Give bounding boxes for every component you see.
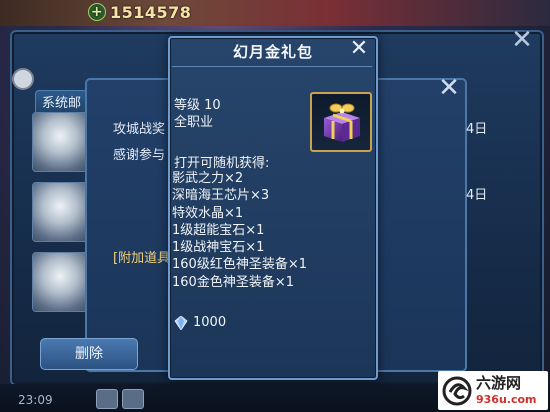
- item-class: 全职业: [174, 115, 214, 130]
- site-watermark: 六游网 936u.com: [438, 371, 548, 410]
- reward-item: 深暗海王芯片×3: [172, 188, 270, 204]
- reward-item: 1级超能宝石×1: [172, 222, 265, 238]
- mail-date-1: 4日: [466, 122, 488, 137]
- watermark-url: 936u.com: [476, 393, 537, 406]
- mail-date-2: 4日: [466, 188, 488, 203]
- popup-title: 幻月金礼包: [232, 42, 313, 61]
- item-slot[interactable]: [310, 92, 372, 152]
- clock: 23:09: [18, 393, 53, 407]
- random-rewards-header: 打开可随机获得:: [174, 156, 270, 171]
- popup-close-icon[interactable]: ✕: [347, 38, 371, 60]
- side-toggle-dot[interactable]: [12, 68, 34, 90]
- reward-item: 影武之力×2: [172, 171, 244, 186]
- popup-divider: [172, 66, 372, 67]
- gift-box-icon: [324, 103, 360, 142]
- reward-item: 特效水晶×1: [172, 205, 244, 221]
- reward-item: 1级战神宝石×1: [172, 240, 265, 256]
- mail-line-1: 攻城战奖: [113, 122, 166, 137]
- bottom-menu-icon[interactable]: [96, 389, 118, 409]
- gold-amount: 1514578: [110, 2, 192, 22]
- mail-line-2: 感谢参与: [113, 148, 166, 163]
- delete-button[interactable]: 删除: [40, 338, 138, 370]
- crystal-icon: [174, 316, 188, 330]
- crystal-price: 1000: [193, 315, 227, 330]
- add-gold-icon[interactable]: +: [88, 3, 106, 21]
- mail-window-close-icon[interactable]: ✕: [506, 27, 538, 53]
- reward-list: 影武之力×2 深暗海王芯片×3 特效水晶×1 1级超能宝石×1 1级战神宝石×1…: [172, 170, 368, 291]
- watermark-brand: 六游网: [476, 374, 522, 392]
- reward-item: 160金色神圣装备×1: [172, 274, 294, 290]
- mail-detail-close-icon[interactable]: ✕: [434, 75, 464, 101]
- attachments-label: [附加道具: [113, 251, 171, 266]
- bottom-chat-icon[interactable]: [122, 389, 144, 409]
- reward-item: 160级红色神圣装备×1: [172, 257, 307, 273]
- watermark-logo-icon: [442, 376, 472, 405]
- gold-counter[interactable]: + 1514578: [80, 2, 199, 22]
